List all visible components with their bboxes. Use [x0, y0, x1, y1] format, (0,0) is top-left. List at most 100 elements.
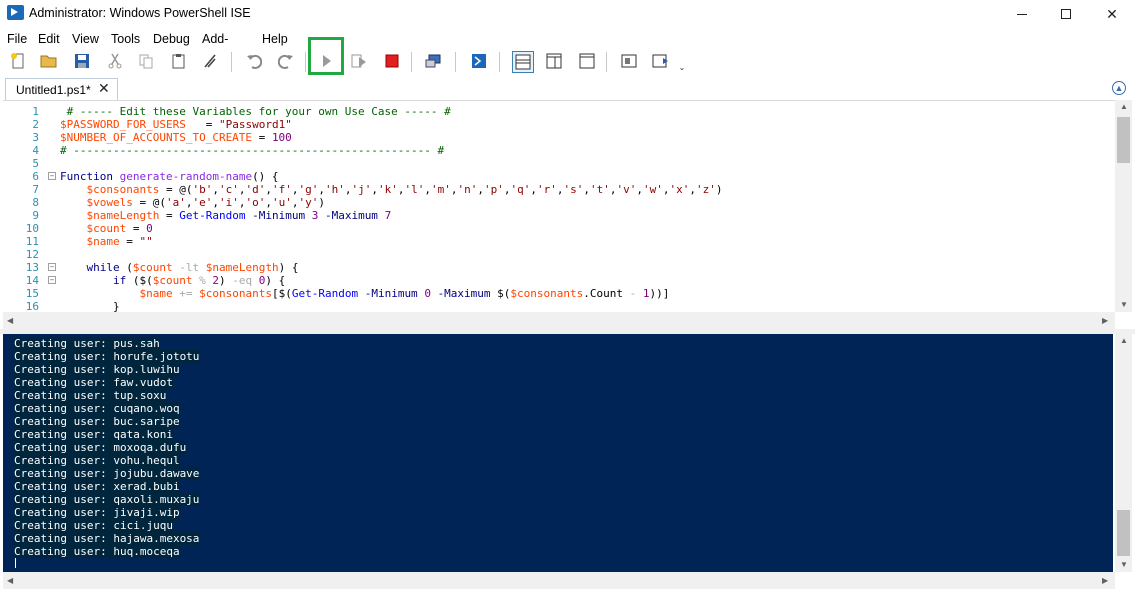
code-text: $name += $consonants[$(Get-Random -Minim… — [139, 287, 670, 300]
line-number: 5 — [32, 157, 39, 170]
collapse-script-pane-button[interactable]: ▲ — [1112, 81, 1126, 95]
code-line[interactable]: 5 — [3, 157, 1115, 170]
tab-close-icon[interactable]: ✕ — [98, 80, 110, 97]
minimize-button[interactable] — [999, 0, 1045, 28]
console-output-line: Creating user: qaxoli.muxaju — [14, 493, 200, 506]
copy-button[interactable] — [137, 52, 155, 70]
console-output-line: Creating user: pus.sah — [14, 337, 160, 350]
show-script-max-icon — [579, 53, 595, 69]
scroll-left-icon[interactable]: ◀ — [7, 576, 13, 585]
menu-tools[interactable]: Tools — [111, 32, 140, 46]
line-number: 12 — [25, 248, 39, 261]
stop-button[interactable] — [383, 52, 401, 70]
save-button[interactable] — [73, 52, 91, 70]
show-script-maximized-button[interactable] — [578, 52, 596, 70]
code-line[interactable]: 2 $PASSWORD_FOR_USERS = "Password1" — [3, 118, 1115, 131]
code-line[interactable]: 12 — [3, 248, 1115, 261]
console-output-line: Creating user: qata.koni — [14, 428, 173, 441]
tab-untitled1[interactable]: Untitled1.ps1* ✕ — [5, 78, 118, 100]
new-icon — [11, 53, 24, 69]
clear-button[interactable] — [201, 52, 219, 70]
code-text: $vowels = @('a','e','i','o','u','y') — [86, 196, 325, 209]
menu-view[interactable]: View — [72, 32, 99, 46]
new-button[interactable] — [9, 52, 27, 70]
open-button[interactable] — [40, 52, 58, 70]
menu-help[interactable]: Help — [262, 32, 288, 46]
redo-button[interactable] — [277, 52, 295, 70]
stop-icon — [385, 54, 399, 68]
code-text: if ($($count % 2) -eq 0) { — [112, 274, 286, 287]
console-horizontal-scrollbar[interactable]: ◀ ▶ — [3, 572, 1115, 589]
console-output-line: Creating user: xerad.bubi — [14, 480, 180, 493]
fold-toggle-icon[interactable]: − — [48, 263, 56, 271]
console-output-line: Creating user: jojubu.dawave — [14, 467, 200, 480]
editor-vertical-scrollbar[interactable]: ▲ ▼ — [1115, 100, 1132, 312]
code-text: $nameLength = Get-Random -Minimum 3 -Max… — [86, 209, 392, 222]
line-number: 10 — [25, 222, 39, 235]
maximize-button[interactable] — [1043, 0, 1089, 28]
console-output-line: Creating user: hajawa.mexosa — [14, 532, 200, 545]
code-line[interactable]: 10 $count = 0 — [3, 222, 1115, 235]
console-output-line: Creating user: cici.juqu — [14, 519, 173, 532]
minimize-icon — [1017, 13, 1027, 15]
code-text: $PASSWORD_FOR_USERS = "Password1" — [60, 118, 292, 131]
code-line[interactable]: 8 $vowels = @('a','e','i','o','u','y') — [3, 196, 1115, 209]
console-vertical-scrollbar[interactable]: ▲ ▼ — [1115, 334, 1132, 572]
console-scroll-thumb[interactable] — [1117, 510, 1130, 556]
run-selection-button[interactable] — [350, 52, 368, 70]
code-line[interactable]: 15 $name += $consonants[$(Get-Random -Mi… — [3, 287, 1115, 300]
fold-toggle-icon[interactable]: − — [48, 172, 56, 180]
console-output-line: Creating user: tup.soxu — [14, 389, 167, 402]
code-line[interactable]: 13 − while ($count -lt $nameLength) { — [3, 261, 1115, 274]
code-text: $count = 0 — [86, 222, 153, 235]
window-title: Administrator: Windows PowerShell ISE — [29, 6, 251, 20]
scroll-down-icon[interactable]: ▼ — [1120, 560, 1128, 569]
new-remote-tab-button[interactable] — [425, 52, 443, 70]
code-line[interactable]: 1 # ----- Edit these Variables for your … — [3, 105, 1115, 118]
code-line[interactable]: 4 # -------------------------------------… — [3, 144, 1115, 157]
scroll-up-icon[interactable]: ▲ — [1120, 102, 1128, 111]
show-command-window-button[interactable] — [620, 52, 638, 70]
scroll-up-icon[interactable]: ▲ — [1120, 336, 1128, 345]
line-number: 9 — [32, 209, 39, 222]
close-icon: ✕ — [1106, 5, 1118, 22]
console-pane[interactable]: Creating user: pus.sah Creating user: hor… — [3, 334, 1113, 572]
close-button[interactable]: ✕ — [1089, 0, 1135, 28]
scroll-down-icon[interactable]: ▼ — [1120, 300, 1128, 309]
script-editor[interactable]: 1 # ----- Edit these Variables for your … — [3, 100, 1115, 313]
start-powershell-button[interactable] — [470, 52, 488, 70]
toolbar-overflow-button[interactable]: ⌄ — [677, 58, 687, 76]
undo-button[interactable] — [245, 52, 263, 70]
code-line[interactable]: 7 $consonants = @('b','c','d','f','g','h… — [3, 183, 1115, 196]
scroll-left-icon[interactable]: ◀ — [7, 316, 13, 325]
powershell-app-icon — [7, 5, 24, 20]
line-number: 15 — [25, 287, 39, 300]
code-line[interactable]: 3 $NUMBER_OF_ACCOUNTS_TO_CREATE = 100 — [3, 131, 1115, 144]
show-script-top-button[interactable] — [512, 51, 534, 73]
code-line[interactable]: 14 − if ($($count % 2) -eq 0) { — [3, 274, 1115, 287]
cut-button[interactable] — [106, 52, 124, 70]
toolbar-separator — [231, 52, 232, 72]
scroll-right-icon[interactable]: ▶ — [1102, 576, 1108, 585]
menu-debug[interactable]: Debug — [153, 32, 190, 46]
line-number: 4 — [32, 144, 39, 157]
fold-toggle-icon[interactable]: − — [48, 276, 56, 284]
show-command-addon-icon — [652, 54, 668, 68]
paste-icon — [172, 54, 185, 69]
console-output-line: Creating user: jivaji.wip — [14, 506, 180, 519]
maximize-icon — [1061, 9, 1071, 19]
show-script-right-button[interactable] — [545, 52, 563, 70]
menu-file[interactable]: File — [7, 32, 27, 46]
code-line[interactable]: 9 $nameLength = Get-Random -Minimum 3 -M… — [3, 209, 1115, 222]
chevron-up-icon: ▲ — [1114, 83, 1124, 93]
show-script-top-icon — [515, 54, 531, 70]
scroll-right-icon[interactable]: ▶ — [1102, 316, 1108, 325]
code-line[interactable]: 11 $name = "" — [3, 235, 1115, 248]
menu-edit[interactable]: Edit — [38, 32, 60, 46]
code-text: while ($count -lt $nameLength) { — [86, 261, 299, 274]
paste-button[interactable] — [170, 52, 188, 70]
code-line[interactable]: 6 − Function generate-random-name() { — [3, 170, 1115, 183]
show-command-addon-button[interactable] — [652, 52, 670, 70]
editor-horizontal-scrollbar[interactable]: ◀ ▶ — [3, 312, 1115, 329]
editor-scroll-thumb[interactable] — [1117, 117, 1130, 163]
